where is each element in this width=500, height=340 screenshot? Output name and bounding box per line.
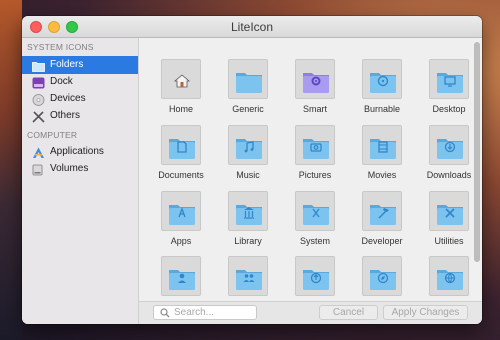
home-folder-icon [173, 74, 191, 88]
sidebar-item-label: Devices [50, 93, 86, 104]
movies-folder-icon [370, 139, 396, 159]
developer-folder-icon [370, 205, 396, 225]
folder-tile [429, 191, 469, 231]
apps-folder-icon [169, 205, 195, 225]
folder-tile [362, 256, 402, 296]
folder-item-home[interactable]: Home [150, 57, 212, 119]
folder-tile [362, 125, 402, 165]
folder-tile [228, 256, 268, 296]
folder-tile [161, 256, 201, 296]
folder-item-label: Library [234, 236, 262, 246]
system-folder-icon [303, 205, 329, 225]
folder-item-label: Generic [232, 104, 264, 114]
sidebar: SYSTEM ICONS Folders Dock Devices Others [22, 38, 139, 324]
folder-item-label: Developer [361, 236, 403, 246]
smart-folder-icon [303, 73, 329, 93]
sidebar-heading-system-icons: SYSTEM ICONS [27, 42, 94, 52]
folder-tile [228, 191, 268, 231]
folder-item-label: Documents [158, 170, 204, 180]
folder-item-burnable[interactable]: Burnable [351, 57, 413, 119]
cancel-button[interactable]: Cancel [319, 305, 378, 320]
icon-grid-area: Home Generic Smart Burnable Desktop Documents… [139, 38, 482, 311]
folder-tile [362, 191, 402, 231]
desktop-wallpaper [0, 0, 22, 340]
folder-item-label: Burnable [363, 104, 401, 114]
server-apps-folder-icon [437, 270, 463, 290]
folder-item-label: Movies [367, 170, 397, 180]
pictures-folder-icon [303, 139, 329, 159]
folder-tile [295, 256, 335, 296]
sidebar-item-applications[interactable]: Applications [22, 143, 138, 161]
folder-item-smart[interactable]: Smart [284, 57, 346, 119]
folder-item-library[interactable]: Library [217, 189, 279, 251]
library-folder-icon [236, 205, 262, 225]
scroll-thumb[interactable] [474, 42, 480, 262]
drive-icon [32, 163, 45, 176]
users-folder-icon [169, 270, 195, 290]
folder-tile [295, 191, 335, 231]
folder-item-generic[interactable]: Generic [217, 57, 279, 119]
sidebar-item-folders[interactable]: Folders [22, 56, 138, 74]
folder-item-label: Pictures [298, 170, 332, 180]
folder-item-pictures[interactable]: Pictures [284, 123, 346, 185]
folder-tile [429, 59, 469, 99]
app-window: LiteIcon SYSTEM ICONS Folders Dock Devic… [22, 16, 482, 324]
apply-changes-button[interactable]: Apply Changes [383, 305, 468, 320]
folder-item-label: Music [236, 170, 260, 180]
vertical-scrollbar[interactable] [471, 38, 482, 301]
folder-item-developer[interactable]: Developer [351, 189, 413, 251]
sites-folder-icon [370, 270, 396, 290]
generic-folder-icon [236, 73, 262, 93]
folder-tile [161, 59, 201, 99]
applications-icon [32, 146, 45, 158]
desktop-folder-icon [437, 73, 463, 93]
folder-item-label: Apps [170, 236, 192, 246]
folder-item-label: System [299, 236, 330, 246]
folder-tile [362, 59, 402, 99]
sidebar-heading-computer: COMPUTER [27, 130, 78, 140]
folder-item-documents[interactable]: Documents [150, 123, 212, 185]
folder-tile [228, 59, 268, 99]
sidebar-item-others[interactable]: Others [22, 107, 138, 125]
window-title: LiteIcon [230, 20, 274, 34]
search-input[interactable]: Search... [153, 305, 257, 320]
tools-icon [32, 110, 45, 123]
folder-tile [429, 256, 469, 296]
folder-tile [161, 125, 201, 165]
burnable-folder-icon [370, 73, 396, 93]
folder-tile [429, 125, 469, 165]
documents-folder-icon [169, 139, 195, 159]
sidebar-item-label: Volumes [50, 163, 89, 174]
folder-item-movies[interactable]: Movies [351, 123, 413, 185]
sidebar-item-label: Others [50, 110, 81, 121]
folder-tile [295, 125, 335, 165]
search-placeholder: Search... [174, 307, 215, 318]
folder-item-system[interactable]: System [284, 189, 346, 251]
sidebar-item-label: Dock [50, 76, 73, 87]
public-folder-icon [303, 270, 329, 290]
title-bar: LiteIcon [22, 16, 482, 38]
utilities-folder-icon [437, 205, 463, 225]
folder-item-music[interactable]: Music [217, 123, 279, 185]
sidebar-item-label: Folders [50, 59, 84, 70]
folder-item-apps[interactable]: Apps [150, 189, 212, 251]
sidebar-item-dock[interactable]: Dock [22, 73, 138, 91]
group-folder-icon [236, 270, 262, 290]
bottom-toolbar: Search... Cancel Apply Changes [139, 301, 482, 324]
dock-icon [32, 76, 45, 89]
disc-icon [32, 93, 45, 106]
folder-tile [295, 59, 335, 99]
downloads-folder-icon [437, 139, 463, 159]
folder-tile [161, 191, 201, 231]
folder-item-label: Smart [302, 104, 327, 114]
music-folder-icon [236, 139, 262, 159]
folder-icon [32, 59, 45, 72]
search-icon [160, 308, 170, 318]
sidebar-item-devices[interactable]: Devices [22, 90, 138, 108]
folder-tile [228, 125, 268, 165]
folder-item-label: Home [168, 104, 193, 114]
sidebar-item-volumes[interactable]: Volumes [22, 160, 138, 178]
sidebar-item-label: Applications [50, 146, 104, 157]
